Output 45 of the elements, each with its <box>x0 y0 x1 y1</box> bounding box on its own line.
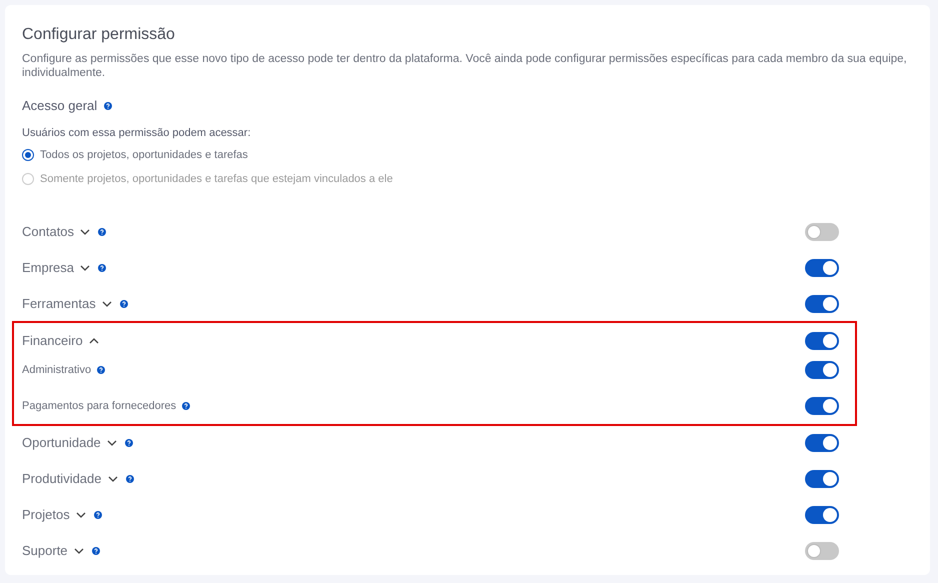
toggle-switch[interactable] <box>805 361 839 379</box>
toggle-switch[interactable] <box>805 542 839 560</box>
category-label[interactable]: Contatos <box>22 222 74 242</box>
help-icon[interactable] <box>124 439 133 447</box>
help-icon[interactable] <box>182 402 190 410</box>
category-label[interactable]: Financeiro <box>22 331 83 351</box>
chevron-down-icon[interactable] <box>102 301 112 307</box>
access-prompt: Usuários com essa permissão podem acessar: <box>22 126 252 140</box>
radio-label[interactable]: Todos os projetos, oportunidades e tarefas <box>40 146 248 164</box>
chevron-down-icon[interactable] <box>80 229 90 235</box>
chevron-up-icon[interactable] <box>88 338 99 344</box>
category-label[interactable]: Projetos <box>22 505 70 525</box>
help-icon[interactable] <box>120 300 128 308</box>
category-label[interactable]: Suporte <box>22 541 68 561</box>
subcategory-label: Pagamentos para fornecedores <box>22 398 176 414</box>
category-label[interactable]: Ferramentas <box>22 294 96 314</box>
chevron-down-icon[interactable] <box>106 440 117 446</box>
toggle-switch[interactable] <box>805 332 839 350</box>
help-icon[interactable] <box>126 475 134 483</box>
category-label[interactable]: Empresa <box>22 258 74 278</box>
toggle-switch[interactable] <box>805 223 839 241</box>
radio-label[interactable]: Somente projetos, oportunidades e tarefas que estejam vinculados a ele <box>40 170 393 188</box>
chevron-down-icon[interactable] <box>76 512 86 518</box>
page-title: Configurar permissão <box>22 25 176 45</box>
chevron-down-icon[interactable] <box>74 548 84 554</box>
subcategory-label: Administrativo <box>22 362 92 378</box>
toggle-switch[interactable] <box>805 434 839 452</box>
section-label: Acesso geral <box>22 97 98 116</box>
help-icon[interactable] <box>98 264 106 272</box>
help-icon[interactable] <box>104 102 112 110</box>
help-icon[interactable] <box>97 366 106 374</box>
toggle-switch[interactable] <box>805 470 839 488</box>
toggle-switch[interactable] <box>805 259 839 277</box>
chevron-down-icon[interactable] <box>108 476 118 482</box>
category-label[interactable]: Oportunidade <box>22 433 101 453</box>
help-icon[interactable] <box>94 511 102 519</box>
toggle-switch[interactable] <box>805 506 839 524</box>
toggle-switch[interactable] <box>805 397 839 415</box>
help-icon[interactable] <box>92 547 100 555</box>
category-label[interactable]: Produtividade <box>22 469 102 489</box>
radio-button[interactable] <box>22 149 34 161</box>
toggle-switch[interactable] <box>805 295 839 313</box>
description: Configure as permissões que esse novo tipo de acesso pode ter dentro da plataforma. Você ainda pode configurar permissões específicas para cada membro da sua equipe, individualmente. <box>22 52 908 80</box>
help-icon[interactable] <box>98 228 106 236</box>
chevron-down-icon[interactable] <box>80 265 90 271</box>
